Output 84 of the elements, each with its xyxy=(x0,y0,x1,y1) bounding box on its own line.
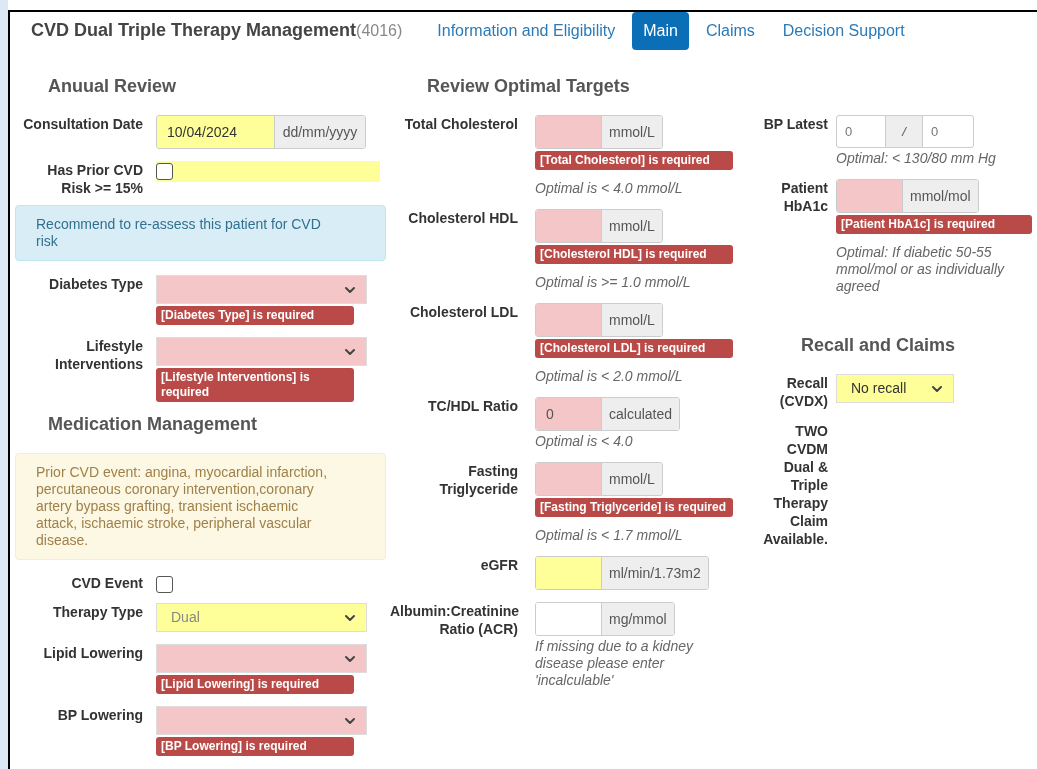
hint-text: Optimal is < 1.7 mmol/L xyxy=(535,527,684,544)
separator-addon: / xyxy=(886,115,922,148)
error-message: [Lifestyle Interventions] is required xyxy=(156,368,354,402)
field-label: CVD Event xyxy=(71,575,143,591)
section-heading: Anuual Review xyxy=(48,76,178,97)
error-message: [Diabetes Type] is required xyxy=(156,306,354,325)
field-label: Total Cholesterol xyxy=(404,116,518,132)
field-label: BP Latest xyxy=(763,116,828,132)
nav-tab[interactable]: Decision Support xyxy=(771,11,916,50)
select-dropdown[interactable] xyxy=(156,337,367,366)
unit-input-field[interactable]: mmol/L xyxy=(535,462,663,496)
date-input[interactable]: 10/04/2024 xyxy=(157,116,274,148)
alert-box: Recommend to re-assess this patient for CVD risk xyxy=(15,205,386,261)
error-message: [Total Cholesterol] is required xyxy=(535,151,733,170)
unit-input-field[interactable]: mmol/mol xyxy=(836,179,979,213)
error-message: [Patient HbA1c] is required xyxy=(836,215,1032,234)
systolic-input[interactable]: 0 xyxy=(836,115,886,148)
alert-box: Prior CVD event: angina, myocardial infarction, percutaneous coronary intervention,coronary artery bypass grafting, transient ischaemic attack, ischaemic stroke, peripheral vascular disease. xyxy=(15,453,386,560)
unit-input-field[interactable]: ml/min/1.73m2 xyxy=(535,556,709,590)
field-label: Diabetes Type xyxy=(49,276,143,292)
field-label: Consultation Date xyxy=(23,116,143,132)
error-message: [Lipid Lowering] is required xyxy=(156,675,354,694)
select-dropdown[interactable] xyxy=(156,706,367,735)
unit-addon: mmol/mol xyxy=(902,180,978,212)
hint-text: Optimal: If diabetic 50-55 mmol/mol or as individually agreed xyxy=(836,244,1006,295)
record-count: (4016) xyxy=(356,20,403,39)
field-label: Albumin:Creatinine Ratio (ACR) xyxy=(390,603,520,637)
section-heading: Recall and Claims xyxy=(801,335,957,356)
field-label: eGFR xyxy=(480,557,518,573)
date-field[interactable]: 10/04/2024 dd/mm/yyyy xyxy=(156,115,366,149)
field-label: Patient HbA1c xyxy=(781,180,828,214)
field-label: Lifestyle Interventions xyxy=(55,338,143,372)
unit-addon: mmol/L xyxy=(601,116,662,148)
field-label: Cholesterol LDL xyxy=(409,304,518,320)
section-heading: Medication Management xyxy=(48,414,259,435)
error-message: [Cholesterol LDL] is required xyxy=(535,339,733,358)
unit-input-field[interactable]: 0 calculated xyxy=(535,397,681,431)
unit-input-field[interactable]: mmol/L xyxy=(535,115,663,149)
field-label: Recall (CVDX) xyxy=(779,375,828,409)
nav-tab[interactable]: Claims xyxy=(694,11,766,50)
field-label: TC/HDL Ratio xyxy=(428,398,518,414)
unit-input-field[interactable]: mmol/L xyxy=(535,303,663,337)
hint-text: Optimal is >= 1.0 mmol/L xyxy=(535,274,692,291)
hint-text: Optimal is < 4.0 xyxy=(535,433,634,450)
select-dropdown[interactable] xyxy=(156,275,367,304)
field-label: BP Lowering xyxy=(57,707,143,723)
error-message: [BP Lowering] is required xyxy=(156,737,354,756)
field-label: TWO CVDM Dual & Triple Therapy Claim Available. xyxy=(763,423,828,547)
field-label: Fasting Triglyceride xyxy=(439,463,518,497)
number-input[interactable] xyxy=(536,557,601,589)
unit-input-field[interactable]: mmol/L xyxy=(535,209,663,243)
field-label: Therapy Type xyxy=(53,604,143,620)
section-heading: Review Optimal Targets xyxy=(427,76,631,97)
select-dropdown[interactable] xyxy=(156,644,367,673)
number-input[interactable] xyxy=(536,116,601,148)
hint-text: Optimal is < 2.0 mmol/L xyxy=(535,368,684,385)
hint-text: Optimal: < 130/80 mm Hg xyxy=(836,150,997,167)
unit-addon: mg/mmol xyxy=(601,603,674,635)
number-input[interactable] xyxy=(536,210,601,242)
field-label: Lipid Lowering xyxy=(43,645,143,661)
page-title: CVD Dual Triple Therapy Management xyxy=(31,19,357,42)
error-message: [Cholesterol HDL] is required xyxy=(535,245,733,264)
field-label: Cholesterol HDL xyxy=(408,210,518,226)
nav-tab[interactable]: Main xyxy=(632,11,689,50)
date-format-addon: dd/mm/yyyy xyxy=(274,116,365,148)
unit-addon: ml/min/1.73m2 xyxy=(601,557,708,589)
hint-text: Optimal is < 4.0 mmol/L xyxy=(535,180,684,197)
unit-addon: mmol/L xyxy=(601,210,662,242)
select-dropdown[interactable]: No recall xyxy=(836,374,954,403)
number-input[interactable] xyxy=(837,180,902,212)
checkbox[interactable] xyxy=(156,576,173,593)
number-input[interactable]: 0 xyxy=(536,398,601,430)
number-input[interactable] xyxy=(536,463,601,495)
unit-addon: calculated xyxy=(601,398,680,430)
hint-text: If missing due to a kidney disease please enter 'incalculable' xyxy=(535,638,695,689)
checkbox[interactable] xyxy=(156,163,173,180)
field-label: Has Prior CVD Risk >= 15% xyxy=(47,162,143,196)
error-message: [Fasting Triglyceride] is required xyxy=(535,498,733,517)
diastolic-input[interactable]: 0 xyxy=(922,115,974,148)
unit-addon: mmol/L xyxy=(601,463,662,495)
unit-addon: mmol/L xyxy=(601,304,662,336)
number-input[interactable] xyxy=(536,304,601,336)
nav-tab[interactable]: Information and Eligibility xyxy=(426,11,627,50)
unit-input-field[interactable]: mg/mmol xyxy=(535,602,675,636)
